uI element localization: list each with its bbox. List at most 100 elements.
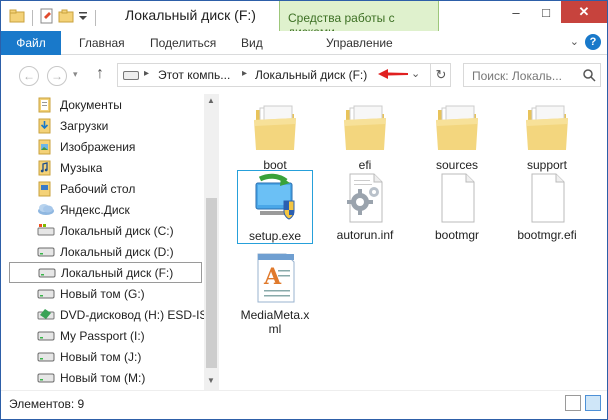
nav-item-label: Яндекс.Диск bbox=[60, 202, 130, 217]
music-icon bbox=[37, 160, 55, 176]
file-item[interactable]: sources bbox=[419, 100, 495, 172]
file-item[interactable]: efi bbox=[327, 100, 403, 172]
nav-item-label: Локальный диск (F:) bbox=[61, 265, 174, 280]
drive-icon bbox=[38, 265, 56, 281]
file-icon bbox=[520, 170, 574, 226]
nav-item[interactable]: My Passport (I:) bbox=[9, 325, 204, 346]
nav-item-label: Локальный диск (D:) bbox=[60, 244, 174, 259]
properties-icon[interactable] bbox=[40, 8, 54, 27]
nav-item-label: Документы bbox=[60, 97, 122, 112]
forward-button[interactable]: → bbox=[47, 66, 67, 86]
nav-item[interactable]: Изображения bbox=[9, 136, 204, 157]
minimize-button[interactable]: – bbox=[501, 1, 531, 23]
breadcrumb-current-drive[interactable]: Локальный диск (F:) bbox=[255, 68, 367, 82]
up-button[interactable]: ↑ bbox=[96, 65, 104, 83]
ribbon-collapse-button[interactable]: ⌄ bbox=[570, 35, 579, 48]
file-name: setup.exe bbox=[248, 229, 302, 243]
nav-item-label: Новый том (J:) bbox=[60, 349, 142, 364]
file-item[interactable]: bootmgr bbox=[419, 170, 495, 242]
nav-item[interactable]: Локальный диск (C:) bbox=[9, 220, 204, 241]
close-button[interactable]: ✕ bbox=[561, 1, 607, 23]
breadcrumb-separator[interactable]: ▸ bbox=[144, 68, 149, 79]
customize-toolbar-icon[interactable] bbox=[78, 10, 88, 25]
nav-item[interactable]: DVD-дисковод (H:) ESD-ISO bbox=[9, 304, 204, 325]
file-name: autorun.inf bbox=[336, 228, 394, 242]
address-dropdown-icon[interactable]: ⌄ bbox=[411, 67, 420, 80]
item-count: Элементов: 9 bbox=[9, 397, 85, 411]
nav-item-label: Новый том (M:) bbox=[60, 370, 146, 385]
drive-icon bbox=[37, 328, 55, 344]
tab-home[interactable]: Главная bbox=[79, 36, 125, 50]
nav-item[interactable]: Рабочий стол bbox=[9, 178, 204, 199]
file-list: boot efi sources support setup.exe autorun.in… bbox=[223, 94, 607, 390]
help-button[interactable]: ? bbox=[585, 34, 601, 50]
file-item[interactable]: boot bbox=[237, 100, 313, 172]
setup-icon bbox=[248, 171, 302, 227]
nav-item[interactable]: Локальный диск (F:) bbox=[9, 262, 202, 283]
file-item[interactable]: A MediaMeta.xml bbox=[237, 250, 313, 336]
recent-locations-button[interactable]: ▾ bbox=[73, 69, 78, 80]
file-item[interactable]: setup.exe bbox=[237, 170, 313, 244]
drive-icon bbox=[123, 71, 139, 80]
breadcrumb-this-pc[interactable]: Этот компь... bbox=[158, 68, 230, 82]
nav-item[interactable]: Новый том (G:) bbox=[9, 283, 204, 304]
navigation-bar: ← → ▾ ↑ ▸ Этот компь... ▸ Локальный диск… bbox=[1, 56, 607, 94]
toolbar-divider bbox=[32, 9, 33, 26]
scroll-down-icon[interactable]: ▼ bbox=[207, 376, 215, 385]
navigation-pane: Документы Загрузки Изображения Музыка Рабочи… bbox=[1, 94, 219, 390]
toolbar-divider bbox=[95, 9, 96, 26]
nav-item-label: Загрузки bbox=[60, 118, 109, 133]
nav-item[interactable]: Новый том (J:) bbox=[9, 346, 204, 367]
folder-icon bbox=[338, 100, 392, 156]
nav-item[interactable]: Музыка bbox=[9, 157, 204, 178]
yandex-disk-icon bbox=[37, 202, 55, 218]
folder-icon bbox=[248, 100, 302, 156]
view-switcher bbox=[565, 395, 601, 411]
dvd-drive-icon bbox=[37, 307, 55, 323]
tab-file[interactable]: Файл bbox=[1, 31, 61, 55]
nav-item[interactable]: Локальный диск (D:) bbox=[9, 241, 204, 262]
settings-file-icon bbox=[338, 170, 392, 226]
new-folder-icon[interactable] bbox=[58, 9, 74, 26]
details-view-button[interactable] bbox=[565, 395, 581, 411]
scroll-up-icon[interactable]: ▲ bbox=[207, 96, 215, 105]
window-title: Локальный диск (F:) bbox=[125, 7, 256, 23]
xml-file-icon: A bbox=[248, 250, 302, 306]
nav-item-label: Музыка bbox=[60, 160, 103, 175]
nav-item[interactable]: Документы bbox=[9, 94, 204, 115]
refresh-button[interactable]: ↻ bbox=[430, 64, 451, 86]
file-item[interactable]: autorun.inf bbox=[327, 170, 403, 242]
search-box[interactable]: Поиск: Локаль... bbox=[463, 63, 601, 87]
tab-view[interactable]: Вид bbox=[241, 36, 263, 50]
window-controls: – □ ✕ bbox=[501, 1, 607, 23]
nav-scrollbar[interactable]: ▲ ▼ bbox=[204, 94, 219, 390]
large-icons-view-button[interactable] bbox=[585, 395, 601, 411]
drive-icon bbox=[37, 286, 55, 302]
file-item[interactable]: bootmgr.efi bbox=[509, 170, 585, 242]
breadcrumb-separator[interactable]: ▸ bbox=[242, 68, 247, 79]
red-arrow-icon bbox=[376, 66, 410, 85]
svg-text:A: A bbox=[263, 264, 282, 290]
search-icon[interactable] bbox=[582, 68, 596, 85]
explorer-window: Локальный диск (F:) Средства работы с ди… bbox=[0, 0, 608, 420]
arrow-left-icon: ← bbox=[23, 69, 35, 83]
downloads-icon bbox=[37, 118, 55, 134]
maximize-button[interactable]: □ bbox=[531, 1, 561, 23]
pictures-icon bbox=[37, 139, 55, 155]
tab-manage[interactable]: Управление bbox=[326, 36, 393, 50]
scroll-thumb[interactable] bbox=[206, 198, 217, 368]
file-item[interactable]: support bbox=[509, 100, 585, 172]
nav-item[interactable]: Загрузки bbox=[9, 115, 204, 136]
back-button[interactable]: ← bbox=[19, 66, 39, 86]
nav-item[interactable]: Новый том (M:) bbox=[9, 367, 204, 388]
tab-share[interactable]: Поделиться bbox=[150, 36, 216, 50]
nav-item-label: My Passport (I:) bbox=[60, 328, 145, 343]
window-menu-icon[interactable] bbox=[9, 9, 25, 26]
nav-item-label: Локальный диск (C:) bbox=[60, 223, 174, 238]
nav-item-label: Рабочий стол bbox=[60, 181, 136, 196]
address-bar[interactable]: ▸ Этот компь... ▸ Локальный диск (F:) ⌄ … bbox=[117, 63, 451, 87]
nav-item[interactable]: Яндекс.Диск bbox=[9, 199, 204, 220]
nav-item-label: Новый том (G:) bbox=[60, 286, 145, 301]
file-icon bbox=[430, 170, 484, 226]
file-name: bootmgr.efi bbox=[517, 228, 577, 242]
